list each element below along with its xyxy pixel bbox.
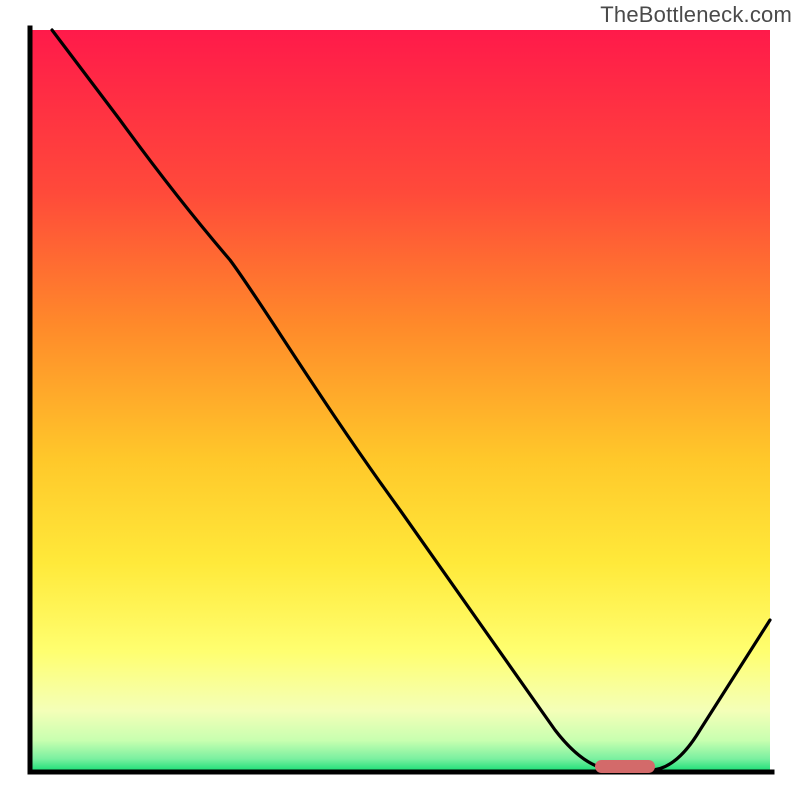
plot-area — [30, 28, 772, 773]
chart-canvas: TheBottleneck.com — [0, 0, 800, 800]
chart-svg — [0, 0, 800, 800]
watermark-text: TheBottleneck.com — [600, 2, 792, 28]
gradient-background — [30, 30, 770, 770]
minimum-marker — [595, 760, 655, 773]
